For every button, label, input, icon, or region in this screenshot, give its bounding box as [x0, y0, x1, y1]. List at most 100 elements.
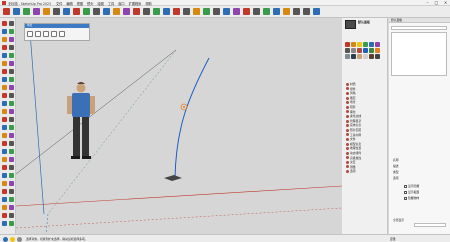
tool-icon[interactable] — [9, 37, 14, 42]
tool-icon[interactable] — [9, 197, 14, 202]
swatch[interactable] — [369, 42, 374, 47]
tool-icon[interactable] — [2, 109, 7, 114]
toolbar-tool-icon[interactable] — [133, 8, 140, 15]
scene-button-3[interactable] — [43, 31, 49, 37]
tool-icon[interactable] — [2, 221, 7, 226]
toolbar-tool-icon[interactable] — [243, 8, 250, 15]
swatch[interactable] — [351, 42, 356, 47]
checkbox-2[interactable]: 显示截面 — [404, 190, 419, 194]
tool-icon[interactable] — [9, 21, 14, 26]
tool-icon[interactable] — [2, 53, 7, 58]
tool-icon[interactable] — [9, 173, 14, 178]
tool-icon[interactable] — [9, 205, 14, 210]
toolbar-tool-icon[interactable] — [313, 8, 320, 15]
tool-icon[interactable] — [2, 45, 7, 50]
tool-icon[interactable] — [9, 53, 14, 58]
toolbar-tool-icon[interactable] — [93, 8, 100, 15]
swatch[interactable] — [369, 48, 374, 53]
checkbox-1[interactable]: 显示隐藏 — [404, 184, 419, 188]
toolbar-tool-icon[interactable] — [63, 8, 70, 15]
swatch[interactable] — [375, 48, 380, 53]
toolbar-tool-icon[interactable] — [303, 8, 310, 15]
tool-icon[interactable] — [9, 133, 14, 138]
geo-location-icon[interactable] — [3, 236, 8, 242]
tool-icon[interactable] — [9, 77, 14, 82]
tool-icon[interactable] — [2, 85, 7, 90]
tool-icon[interactable] — [9, 61, 14, 66]
tool-icon[interactable] — [2, 77, 7, 82]
panel-footer-field[interactable] — [414, 223, 446, 227]
tool-icon[interactable] — [9, 101, 14, 106]
tool-icon[interactable] — [2, 69, 7, 74]
swatch[interactable] — [351, 48, 356, 53]
checkbox-3[interactable]: 隐藏物体 — [404, 196, 419, 200]
toolbar-tool-icon[interactable] — [73, 8, 80, 15]
swatch[interactable] — [375, 54, 380, 59]
tool-icon[interactable] — [2, 181, 7, 186]
tool-icon[interactable] — [2, 141, 7, 146]
tool-icon[interactable] — [9, 181, 14, 186]
tool-icon[interactable] — [9, 85, 14, 90]
tool-icon[interactable] — [2, 29, 7, 34]
swatch[interactable] — [375, 42, 380, 47]
tool-icon[interactable] — [2, 37, 7, 42]
swatch[interactable] — [351, 54, 356, 59]
swatch[interactable] — [357, 54, 362, 59]
toolbar-tool-icon[interactable] — [53, 8, 60, 15]
panel-field-1[interactable] — [391, 26, 447, 30]
swatch[interactable] — [345, 42, 350, 47]
swatch[interactable] — [345, 48, 350, 53]
toolbar-tool-icon[interactable] — [143, 8, 150, 15]
toolbar-tool-icon[interactable] — [43, 8, 50, 15]
user-icon[interactable] — [17, 236, 22, 242]
selected-curve[interactable] — [174, 57, 210, 179]
tool-icon[interactable] — [2, 93, 7, 98]
toolbar-tool-icon[interactable] — [253, 8, 260, 15]
toolbar-tool-icon[interactable] — [103, 8, 110, 15]
tool-icon[interactable] — [9, 157, 14, 162]
tool-icon[interactable] — [2, 149, 7, 154]
credits-icon[interactable] — [10, 236, 15, 242]
toolbar-tool-icon[interactable] — [263, 8, 270, 15]
toolbar-tool-icon[interactable] — [283, 8, 290, 15]
swatch[interactable] — [357, 48, 362, 53]
toolbar-tool-icon[interactable] — [213, 8, 220, 15]
tool-icon[interactable] — [9, 45, 14, 50]
toolbar-tool-icon[interactable] — [293, 8, 300, 15]
tool-icon[interactable] — [2, 213, 7, 218]
tray-item[interactable]: 选项 — [346, 169, 386, 174]
swatch[interactable] — [363, 42, 368, 47]
tool-icon[interactable] — [2, 197, 7, 202]
swatch[interactable] — [363, 54, 368, 59]
tool-icon[interactable] — [2, 205, 7, 210]
toolbar-tool-icon[interactable] — [83, 8, 90, 15]
tool-icon[interactable] — [2, 125, 7, 130]
panel-list-area[interactable] — [391, 32, 447, 76]
toolbar-tool-icon[interactable] — [113, 8, 120, 15]
toolbar-tool-icon[interactable] — [223, 8, 230, 15]
toolbar-tool-icon[interactable] — [193, 8, 200, 15]
scene-button-4[interactable] — [51, 31, 57, 37]
swatch[interactable] — [369, 54, 374, 59]
tool-icon[interactable] — [9, 93, 14, 98]
tool-icon[interactable] — [2, 21, 7, 26]
tool-icon[interactable] — [2, 117, 7, 122]
toolbar-tool-icon[interactable] — [3, 8, 10, 15]
model-viewport[interactable]: 场景 — [16, 18, 342, 234]
tool-icon[interactable] — [2, 157, 7, 162]
tool-icon[interactable] — [2, 61, 7, 66]
toolbar-tool-icon[interactable] — [163, 8, 170, 15]
swatch[interactable] — [363, 48, 368, 53]
tool-icon[interactable] — [9, 109, 14, 114]
tool-icon[interactable] — [9, 165, 14, 170]
tool-icon[interactable] — [9, 29, 14, 34]
tool-icon[interactable] — [9, 213, 14, 218]
tool-icon[interactable] — [9, 189, 14, 194]
tool-icon[interactable] — [9, 125, 14, 130]
tool-icon[interactable] — [9, 69, 14, 74]
toolbar-tool-icon[interactable] — [173, 8, 180, 15]
tool-icon[interactable] — [2, 133, 7, 138]
tool-icon[interactable] — [9, 221, 14, 226]
tool-icon[interactable] — [2, 173, 7, 178]
toolbar-tool-icon[interactable] — [123, 8, 130, 15]
